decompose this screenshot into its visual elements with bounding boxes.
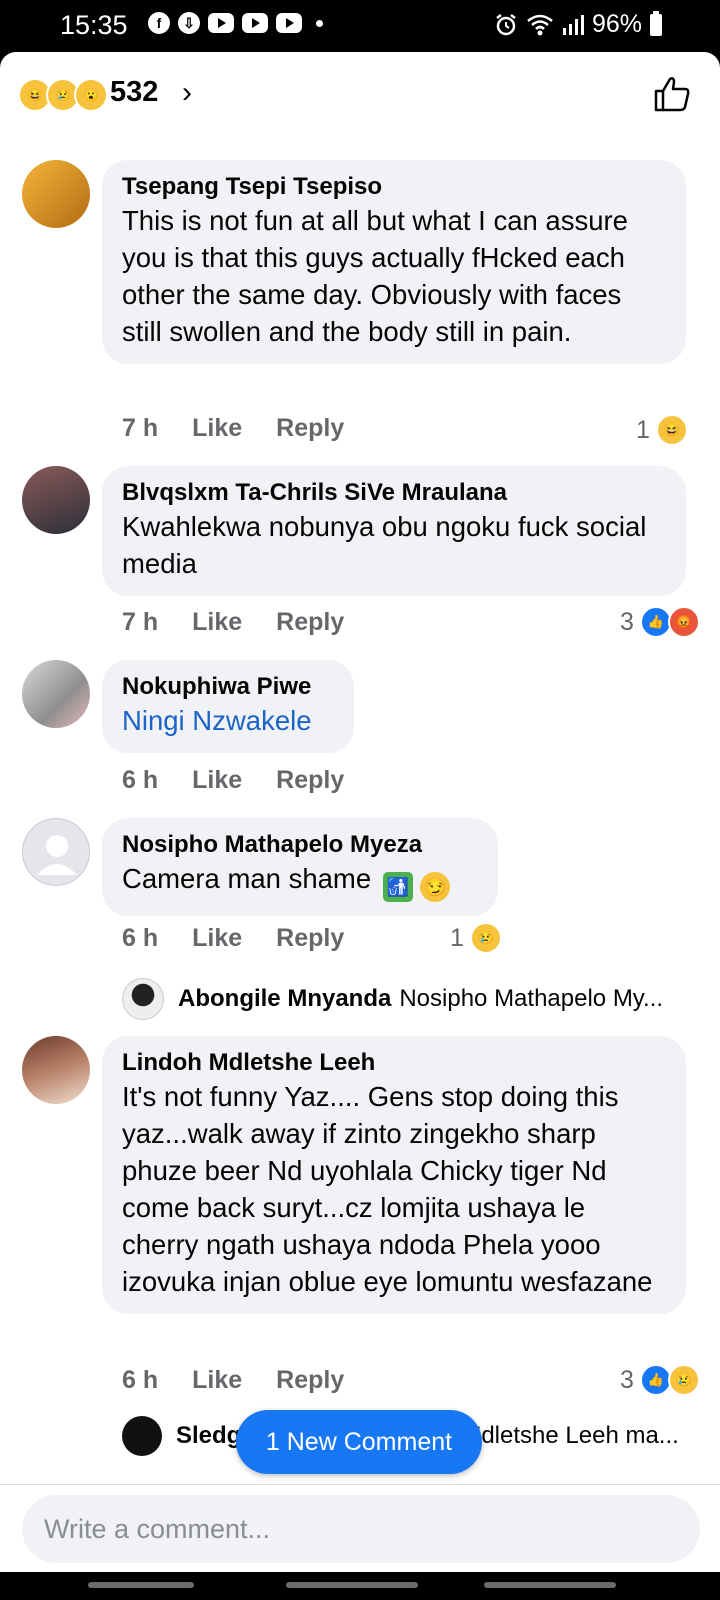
comment-actions: 6 h Like Reply (122, 766, 344, 795)
reaction-count: 3 (620, 607, 634, 636)
like-button[interactable]: Like (192, 924, 242, 953)
more-notifications-dot (316, 19, 323, 27)
signal-icon (562, 14, 584, 35)
comment-text: This is not fun at all but what I can as… (122, 205, 628, 347)
comment-actions: 6 h Like Reply (122, 924, 344, 953)
trash-bin-emoji-icon: 🚮 (382, 872, 413, 902)
download-icon: ⇩ (178, 12, 200, 34)
notification-icons: f ⇩ (148, 12, 323, 34)
avatar[interactable] (22, 160, 90, 228)
avatar[interactable] (22, 1036, 90, 1104)
reaction-count: 3 (620, 1365, 634, 1394)
reaction-summary-icons: 😆 😢 😮 (18, 78, 108, 112)
like-button[interactable]: Like (192, 1366, 242, 1395)
comment-reactions[interactable]: 3 👍 😡 (620, 606, 700, 638)
comment-bubble[interactable]: Tsepang Tsepi Tsepiso This is not fun at… (102, 160, 686, 364)
reply-text: Nosipho Mathapelo My... (399, 985, 664, 1012)
comment-time: 6 h (122, 766, 159, 794)
comment-author[interactable]: Tsepang Tsepi Tsepiso (122, 172, 666, 202)
comment-bubble[interactable]: Nosipho Mathapelo Myeza Camera man shame… (102, 818, 498, 916)
like-button[interactable]: Like (192, 608, 242, 637)
comment-time: 6 h (122, 1366, 159, 1394)
comment-text-row: Camera man shame 🚮 😏 (122, 860, 478, 902)
comment-text: It's not funny Yaz.... Gens stop doing t… (122, 1081, 653, 1297)
reply-button[interactable]: Reply (276, 1366, 344, 1395)
comment-time: 7 h (122, 608, 159, 636)
comment-actions: 6 h Like Reply (122, 1366, 344, 1395)
comment-composer (0, 1484, 720, 1572)
comment-author[interactable]: Nosipho Mathapelo Myeza (122, 830, 478, 860)
like-button[interactable]: Like (192, 414, 242, 443)
comment-text: Kwahlekwa nobunya obu ngoku fuck social … (122, 511, 647, 579)
back-nav-button[interactable] (484, 1582, 616, 1588)
mentioned-user-link[interactable]: Ningi Nzwakele (122, 702, 334, 739)
reply-author: Abongile Mnyanda (178, 985, 392, 1012)
comment-author[interactable]: Blvqslxm Ta-Chrils SiVe Mraulana (122, 478, 666, 508)
home-nav-button[interactable] (286, 1582, 418, 1588)
avatar[interactable] (22, 660, 90, 728)
system-icons: 96% (494, 10, 662, 39)
alarm-icon (496, 13, 516, 35)
comment-author[interactable]: Nokuphiwa Piwe (122, 672, 334, 702)
wow-reaction-icon: 😮 (74, 78, 108, 112)
avatar (122, 1416, 162, 1456)
comment-time: 7 h (122, 414, 159, 442)
haha-reaction-icon: 😆 (655, 414, 688, 446)
reply-button[interactable]: Reply (276, 924, 344, 953)
reaction-count: 1 (450, 923, 464, 952)
youtube-icon (276, 13, 302, 33)
battery-icon (650, 10, 662, 36)
avatar (122, 978, 164, 1020)
reactions-header[interactable]: 😆 😢 😮 532 › (0, 52, 720, 134)
chevron-right-icon[interactable]: › (182, 76, 192, 110)
smirk-emoji-icon: 😏 (420, 872, 451, 902)
reaction-count: 1 (636, 415, 650, 444)
reply-text: Mdletshe Leeh ma... (461, 1422, 679, 1449)
reaction-count[interactable]: 532 (110, 76, 158, 109)
battery-percent: 96% (591, 10, 642, 38)
reply-author: Sledg (176, 1422, 242, 1449)
youtube-icon (208, 13, 234, 33)
like-button[interactable]: Like (192, 766, 242, 795)
like-thumb-icon[interactable] (652, 74, 692, 114)
reply-button[interactable]: Reply (276, 608, 344, 637)
sad-reaction-icon: 😢 (469, 922, 502, 954)
comment-bubble[interactable]: Nokuphiwa Piwe Ningi Nzwakele (102, 660, 354, 753)
recents-nav-button[interactable] (88, 1582, 194, 1588)
facebook-icon: f (148, 12, 170, 34)
comment-author[interactable]: Lindoh Mdletshe Leeh (122, 1048, 666, 1078)
reply-preview[interactable]: Abongile Mnyanda Nosipho Mathapelo My... (122, 978, 663, 1020)
comment-bubble[interactable]: Lindoh Mdletshe Leeh It's not funny Yaz.… (102, 1036, 686, 1314)
comment-reactions[interactable]: 1 😢 (450, 922, 502, 954)
status-time: 15:35 (60, 10, 128, 40)
sad-reaction-icon: 😢 (667, 1364, 700, 1396)
comment-actions: 7 h Like Reply (122, 608, 344, 637)
comment-bubble[interactable]: Blvqslxm Ta-Chrils SiVe Mraulana Kwahlek… (102, 466, 686, 596)
comment-time: 6 h (122, 924, 159, 952)
comments-sheet: 😆 😢 😮 532 › Tsepang Tsepi Tsepiso This i… (0, 52, 720, 1572)
angry-reaction-icon: 😡 (667, 606, 700, 638)
avatar[interactable] (22, 466, 90, 534)
default-avatar-icon[interactable] (22, 818, 90, 886)
comment-input[interactable] (22, 1495, 700, 1563)
reply-button[interactable]: Reply (276, 414, 344, 443)
status-bar: 15:35 f ⇩ 96% (0, 0, 720, 52)
reply-button[interactable]: Reply (276, 766, 344, 795)
system-nav-bar (0, 1572, 720, 1600)
comment-reactions[interactable]: 3 👍 😢 (620, 1364, 700, 1396)
comment-actions: 7 h Like Reply (122, 414, 344, 443)
youtube-icon (242, 13, 268, 33)
new-comment-button[interactable]: 1 New Comment (236, 1410, 482, 1474)
comment-reactions[interactable]: 1 😆 (636, 414, 688, 446)
comment-text: Camera man shame (122, 863, 372, 894)
wifi-icon (527, 14, 553, 35)
